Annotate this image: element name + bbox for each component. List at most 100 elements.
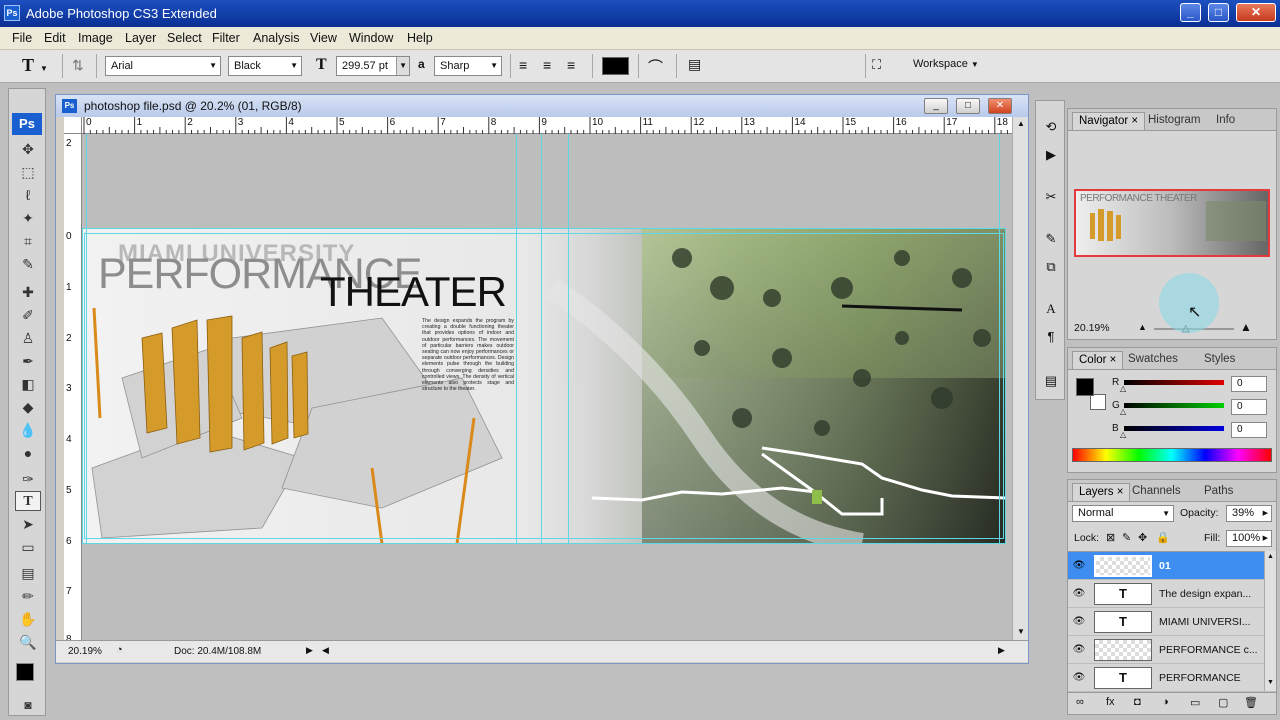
paint-bucket-icon[interactable]: ◆ xyxy=(15,397,41,417)
hscroll-left-icon[interactable]: ◀ xyxy=(322,645,329,656)
pen-tool-icon[interactable]: ✑ xyxy=(15,469,41,489)
status-menu-arrow-icon[interactable]: ▶ xyxy=(306,645,313,656)
tab-navigator[interactable]: Navigator × xyxy=(1072,112,1146,130)
align-center-icon[interactable]: ≡ xyxy=(543,57,551,73)
document-close-button[interactable]: ✕ xyxy=(988,98,1012,114)
tab-layers[interactable]: Layers × xyxy=(1072,483,1131,501)
zoom-level[interactable]: 20.19% xyxy=(68,646,102,657)
ps-logo-icon[interactable]: Ps xyxy=(12,113,42,135)
tab-swatches[interactable]: Swatches xyxy=(1122,351,1184,369)
workspace-menu[interactable]: Workspace ▼ xyxy=(913,58,979,70)
tab-color[interactable]: Color × xyxy=(1072,351,1124,369)
eraser-tool-icon[interactable]: ◧ xyxy=(15,374,41,394)
layer-name[interactable]: 01 xyxy=(1159,560,1171,572)
vertical-ruler[interactable]: 2012345678 xyxy=(64,134,82,645)
slice-tool-icon[interactable]: ✎ xyxy=(15,254,41,274)
paragraph-panel-icon[interactable]: ¶ xyxy=(1041,327,1061,347)
layer-visibility-icon[interactable]: 👁 xyxy=(1072,560,1086,572)
character-panel-icon[interactable]: ▤ xyxy=(688,56,701,73)
tab-paths[interactable]: Paths xyxy=(1198,483,1239,501)
layer-name[interactable]: PERFORMANCE c... xyxy=(1159,644,1258,656)
layer-visibility-icon[interactable]: 👁 xyxy=(1072,644,1086,656)
tab-channels[interactable]: Channels xyxy=(1126,483,1187,501)
layer-row-design-text[interactable]: 👁 T The design expan... xyxy=(1068,580,1276,608)
delete-layer-icon[interactable]: 🗑 xyxy=(1244,696,1258,709)
menu-filter[interactable]: Filter xyxy=(212,31,240,45)
canvas-area[interactable]: MIAMI UNIVERSITY PERFORMANCE THEATER The… xyxy=(82,134,1012,640)
lock-transparency-icon[interactable]: ⊠ xyxy=(1106,531,1115,544)
menu-select[interactable]: Select xyxy=(167,31,202,45)
notes-tool-icon[interactable]: ▤ xyxy=(15,563,41,583)
brush-tool-icon[interactable]: ✐ xyxy=(15,305,41,325)
tool-preset-picker[interactable]: T ▼ xyxy=(22,55,48,76)
layer-comps-icon[interactable]: ▤ xyxy=(1041,371,1061,391)
color-foreground-swatch[interactable] xyxy=(1076,378,1094,396)
actions-panel-icon[interactable]: ▶ xyxy=(1041,145,1061,165)
blue-slider[interactable] xyxy=(1124,426,1224,431)
close-button[interactable]: ✕ xyxy=(1236,3,1276,22)
eyedropper-icon[interactable]: ✏ xyxy=(15,586,41,606)
layer-row-01[interactable]: 👁 01 xyxy=(1068,552,1276,580)
scroll-down-icon[interactable]: ▼ xyxy=(1017,627,1025,636)
poster-title-theater[interactable]: THEATER xyxy=(320,268,507,316)
blur-tool-icon[interactable]: 💧 xyxy=(15,420,41,440)
antialias-select[interactable]: Sharp ▼ xyxy=(434,56,502,76)
dodge-tool-icon[interactable]: ● xyxy=(15,443,41,463)
tab-styles[interactable]: Styles xyxy=(1198,351,1241,369)
healing-brush-icon[interactable]: ✚ xyxy=(15,282,41,302)
text-color-swatch[interactable] xyxy=(602,57,629,75)
navigator-zoom-value[interactable]: 20.19% xyxy=(1074,322,1110,334)
quick-mask-icon[interactable]: ◙ xyxy=(15,695,41,715)
layer-visibility-icon[interactable]: 👁 xyxy=(1072,616,1086,628)
bridge-icon[interactable]: ⛶ xyxy=(872,57,881,73)
adjustment-layer-icon[interactable]: ◑ xyxy=(1162,696,1169,708)
character-panel-dock-icon[interactable]: A xyxy=(1041,299,1061,319)
layers-scroll-down-icon[interactable]: ▼ xyxy=(1267,679,1274,686)
ruler-origin[interactable] xyxy=(64,117,82,134)
menu-edit[interactable]: Edit xyxy=(44,31,66,45)
poster-body-text[interactable]: The design expands the program by creati… xyxy=(422,318,514,392)
layer-visibility-icon[interactable]: 👁 xyxy=(1072,588,1086,600)
zoom-tool-icon[interactable]: 🔍 xyxy=(15,632,41,652)
tab-histogram[interactable]: Histogram xyxy=(1142,112,1206,130)
zoom-in-icon[interactable]: ▲ xyxy=(1240,320,1252,334)
tool-presets-icon[interactable]: ✂ xyxy=(1041,187,1061,207)
red-slider[interactable] xyxy=(1124,380,1224,385)
red-value-input[interactable]: 0 xyxy=(1231,376,1267,392)
layers-scroll-up-icon[interactable]: ▲ xyxy=(1267,553,1274,560)
horizontal-ruler[interactable]: 0 1 2 3 4 5 6 7 8 9 10 11 12 13 14 15 16 17 18 xyxy=(82,117,1012,134)
warp-text-icon[interactable]: ⌒ xyxy=(648,56,663,77)
align-left-icon[interactable]: ≡ xyxy=(519,57,527,73)
green-slider[interactable] xyxy=(1124,403,1224,408)
clone-stamp-icon[interactable]: ♙ xyxy=(15,328,41,348)
color-spectrum-bar[interactable] xyxy=(1072,448,1272,462)
clone-source-icon[interactable]: ⧉ xyxy=(1041,257,1061,277)
opacity-input[interactable]: 39% ▶ xyxy=(1226,505,1272,522)
layer-mask-icon[interactable]: ◘ xyxy=(1134,696,1141,708)
text-orientation-icon[interactable]: ⇅ xyxy=(72,57,84,74)
menu-view[interactable]: View xyxy=(310,31,337,45)
hscroll-right-icon[interactable]: ▶ xyxy=(998,645,1005,656)
crop-tool-icon[interactable]: ⌗ xyxy=(15,231,41,251)
tab-info[interactable]: Info xyxy=(1210,112,1241,130)
lock-all-icon[interactable]: 🔒 xyxy=(1156,531,1170,544)
blue-slider-handle[interactable]: △ xyxy=(1120,430,1126,439)
menu-file[interactable]: File xyxy=(12,31,32,45)
navigator-proxy-view[interactable]: PERFORMANCE THEATER xyxy=(1074,189,1270,257)
menu-analysis[interactable]: Analysis xyxy=(253,31,300,45)
rectangle-tool-icon[interactable]: ▭ xyxy=(15,537,41,557)
layer-style-icon[interactable]: fx xyxy=(1106,696,1115,708)
minimize-button[interactable]: _ xyxy=(1180,3,1201,22)
font-family-select[interactable]: Arial ▼ xyxy=(105,56,221,76)
marquee-tool-icon[interactable]: ⬚ xyxy=(15,162,41,182)
move-tool-icon[interactable]: ✥ xyxy=(15,139,41,159)
menu-image[interactable]: Image xyxy=(78,31,113,45)
lock-pixels-icon[interactable]: ✎ xyxy=(1122,531,1131,544)
align-right-icon[interactable]: ≡ xyxy=(567,57,575,73)
maximize-button[interactable]: □ xyxy=(1208,3,1229,22)
link-layers-icon[interactable]: ∞ xyxy=(1076,696,1084,708)
layer-visibility-icon[interactable]: 👁 xyxy=(1072,672,1086,684)
new-group-icon[interactable]: ▭ xyxy=(1190,696,1200,709)
document-minimize-button[interactable]: _ xyxy=(924,98,948,114)
layer-name[interactable]: PERFORMANCE xyxy=(1159,672,1241,684)
